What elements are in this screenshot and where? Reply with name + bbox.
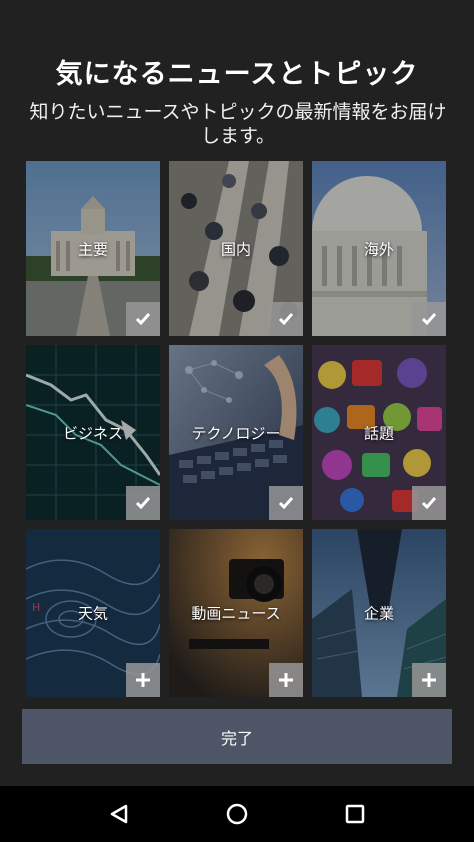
topic-tile-weather[interactable]: H 天気 bbox=[26, 529, 160, 697]
topic-tile-trending[interactable]: 話題 bbox=[312, 345, 446, 520]
topic-tile-business[interactable]: ビジネス bbox=[26, 345, 160, 520]
topic-tile-overseas[interactable]: 海外 bbox=[312, 161, 446, 336]
page-title: 気になるニュースとトピック bbox=[55, 59, 419, 90]
topic-label: 企業 bbox=[363, 604, 394, 623]
check-icon[interactable] bbox=[126, 302, 160, 336]
topic-label: ビジネス bbox=[62, 424, 123, 442]
back-triangle-icon[interactable] bbox=[99, 794, 139, 834]
topic-label: 動画ニュース bbox=[191, 604, 281, 623]
topic-tile-domestic[interactable]: 国内 bbox=[169, 161, 303, 336]
topic-tile-technology[interactable]: テクノロジー bbox=[169, 345, 303, 520]
home-circle-icon[interactable] bbox=[217, 794, 257, 834]
check-icon[interactable] bbox=[412, 486, 446, 520]
recents-square-icon[interactable] bbox=[335, 794, 375, 834]
topic-label: テクノロジー bbox=[191, 424, 281, 442]
topic-grid: 主要 国内 海外 ビジネス テクノロジー 話題 H 天気 動画ニュース 企業 bbox=[26, 161, 446, 697]
topic-label: 国内 bbox=[220, 240, 251, 258]
check-icon[interactable] bbox=[269, 302, 303, 336]
topic-tile-main[interactable]: 主要 bbox=[26, 161, 160, 336]
check-icon[interactable] bbox=[269, 486, 303, 520]
topic-label: 天気 bbox=[77, 604, 108, 623]
topic-tile-companies[interactable]: 企業 bbox=[312, 529, 446, 697]
system-navbar bbox=[0, 786, 474, 842]
done-button[interactable]: 完了 bbox=[22, 709, 452, 764]
page-subtitle: 知りたいニュースやトピックの最新情報をお届けします。 bbox=[29, 101, 447, 147]
plus-icon[interactable] bbox=[126, 663, 160, 697]
plus-icon[interactable] bbox=[269, 663, 303, 697]
topic-label: 海外 bbox=[363, 240, 394, 258]
plus-icon[interactable] bbox=[412, 663, 446, 697]
check-icon[interactable] bbox=[412, 302, 446, 336]
topic-label: 話題 bbox=[363, 424, 394, 442]
check-icon[interactable] bbox=[126, 486, 160, 520]
topic-tile-video-news[interactable]: 動画ニュース bbox=[169, 529, 303, 697]
topic-label: 主要 bbox=[77, 240, 108, 258]
